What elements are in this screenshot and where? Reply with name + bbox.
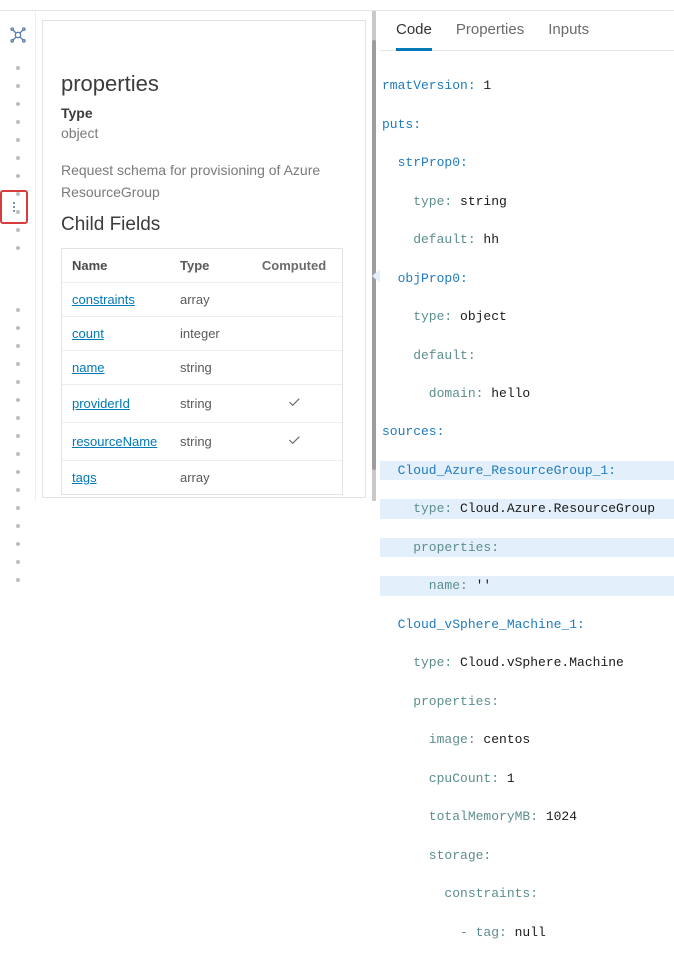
table-row: constraints array [62, 283, 342, 317]
check-icon [256, 394, 332, 413]
field-link[interactable]: resourceName [72, 434, 180, 449]
field-link[interactable]: tags [72, 470, 180, 485]
table-row: providerId string [62, 385, 342, 423]
editor-tabs: Code Properties Inputs [380, 11, 674, 51]
field-type: array [180, 470, 256, 485]
integration-icon[interactable] [8, 25, 28, 48]
field-type: string [180, 396, 256, 411]
scrollbar-thumb[interactable] [372, 40, 376, 470]
type-value: object [61, 125, 349, 141]
selection-pointer-icon [372, 269, 380, 283]
th-type: Type [180, 258, 256, 273]
field-type: array [180, 292, 256, 307]
tab-code[interactable]: Code [396, 21, 432, 51]
field-type: string [180, 360, 256, 375]
field-link[interactable]: constraints [72, 292, 180, 307]
left-rail [0, 11, 36, 501]
panel-description: Request schema for provisioning of Azure… [61, 159, 349, 204]
type-label: Type [61, 105, 349, 121]
field-link[interactable]: count [72, 326, 180, 341]
field-link[interactable]: name [72, 360, 180, 375]
table-row: tags array [62, 461, 342, 494]
tab-properties[interactable]: Properties [456, 21, 524, 50]
table-header: Name Type Computed [62, 249, 342, 283]
table-row: name string [62, 351, 342, 385]
child-fields-heading: Child Fields [61, 214, 349, 236]
child-fields-table: Name Type Computed constraints array cou… [61, 248, 343, 495]
check-icon [256, 432, 332, 451]
properties-panel: × properties Type object Request schema … [42, 20, 366, 498]
code-editor[interactable]: rmatVersion: 1 puts: strProp0: type: str… [380, 51, 674, 980]
field-type: integer [180, 326, 256, 341]
th-computed: Computed [256, 258, 332, 273]
field-type: string [180, 434, 256, 449]
table-row: count integer [62, 317, 342, 351]
rail-dots [16, 66, 20, 582]
th-name: Name [72, 258, 180, 273]
table-row: resourceName string [62, 423, 342, 461]
panel-heading: properties [61, 71, 349, 97]
right-pane: Code Properties Inputs rmatVersion: 1 pu… [380, 11, 674, 501]
tab-inputs[interactable]: Inputs [548, 21, 589, 50]
selected-palette-item[interactable] [0, 190, 28, 224]
field-link[interactable]: providerId [72, 396, 180, 411]
